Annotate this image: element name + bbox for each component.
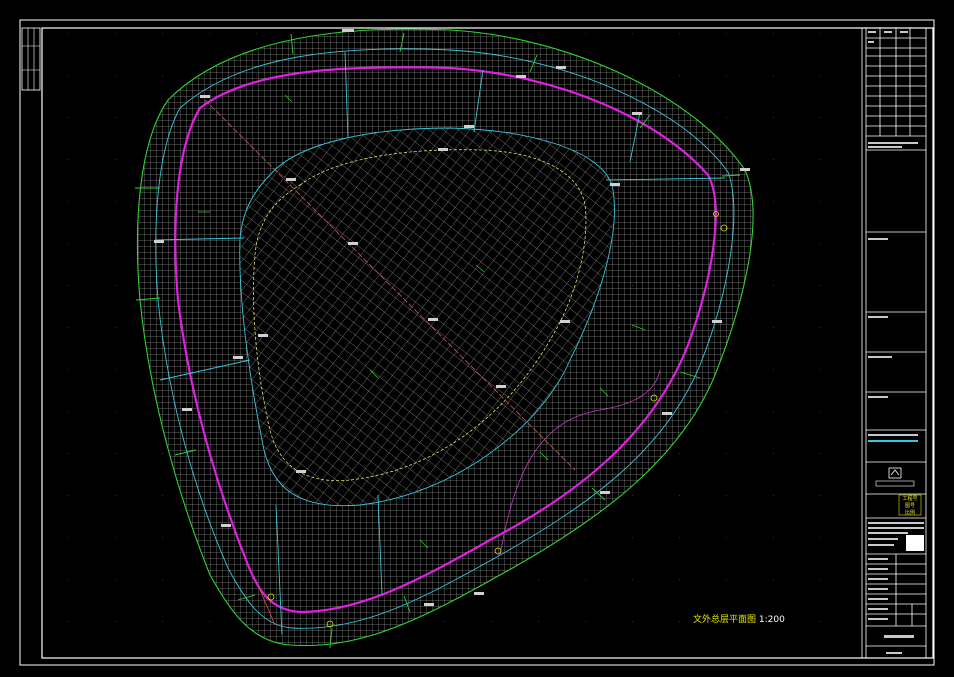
- stamp-line-1: 工程号: [902, 495, 917, 502]
- drawing-caption: 文外总层平面图 1:200: [693, 612, 785, 625]
- cad-drawing-canvas: 工程号 图号 比例: [19, 19, 935, 666]
- company-logo: [875, 467, 915, 487]
- caption-title: 文外总层平面图: [693, 615, 757, 625]
- caption-scale: 1:200: [758, 615, 785, 625]
- title-block: [861, 27, 927, 659]
- stamp-line-2: 图号: [905, 503, 915, 509]
- stamp-line-3: 比例: [905, 509, 915, 516]
- binding-strip: [21, 27, 41, 91]
- approval-stamp: 工程号 图号 比例: [898, 494, 922, 516]
